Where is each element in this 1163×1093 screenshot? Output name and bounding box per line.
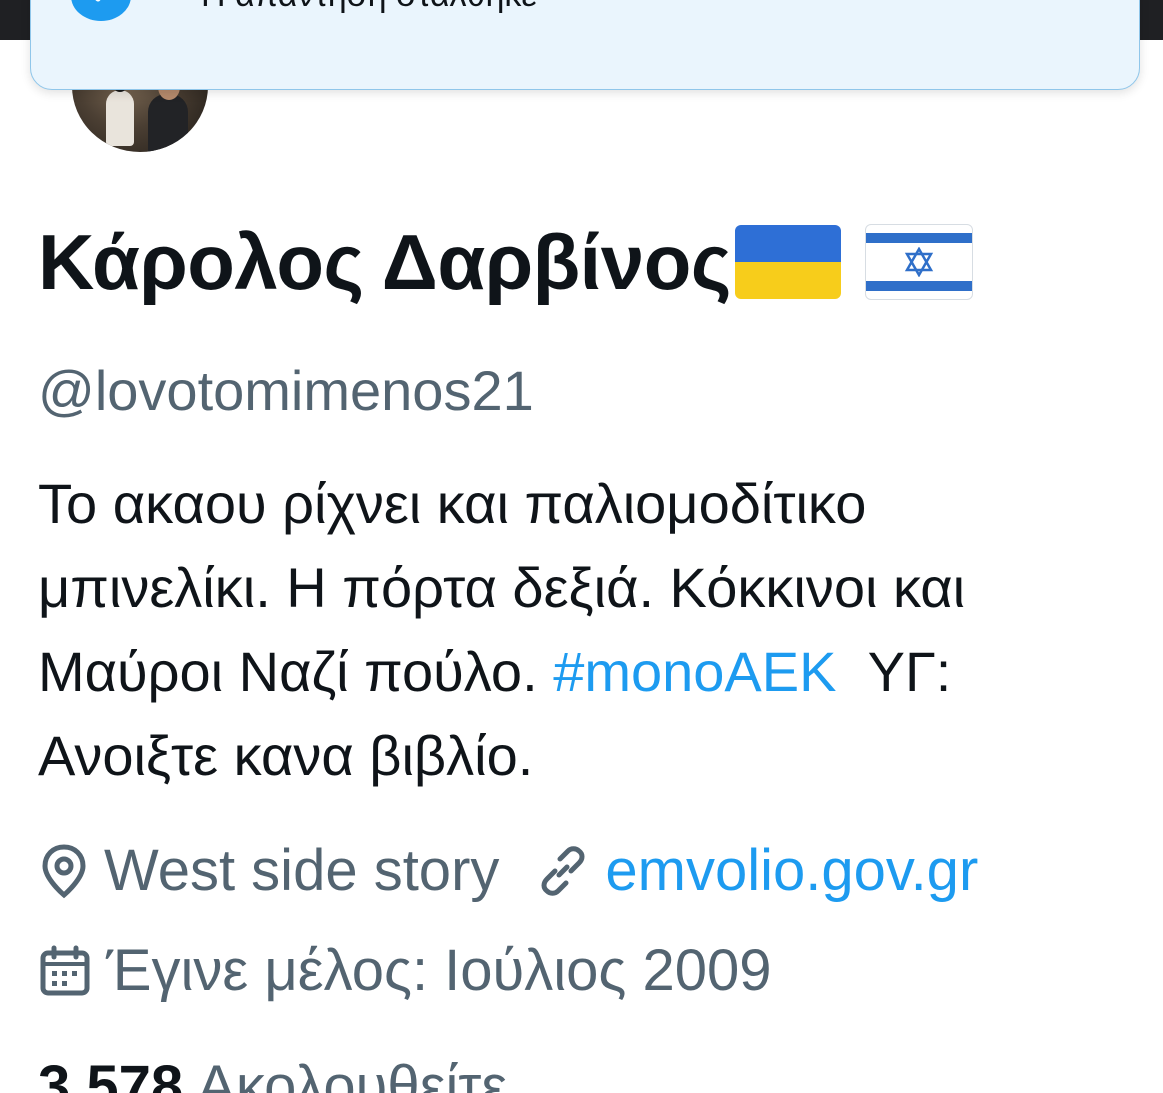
bio-text: ΥΓ: [836, 640, 952, 703]
followers-label: Ακολουθείτε [197, 1054, 508, 1093]
hashtag-link[interactable]: #monoAEK [553, 640, 836, 703]
link-icon [535, 843, 591, 899]
join-date-row: Έγινε μέλος: Ιούλιος 2009 [38, 936, 772, 1006]
bio-line: Το ακαου ρίχνει και παλιομοδίτικο [38, 472, 867, 535]
profile-bio: Το ακαου ρίχνει και παλιομοδίτικο μπινελ… [38, 462, 1148, 798]
ukraine-flag-icon [734, 225, 841, 299]
display-name: Κάρολος Δαρβίνος [38, 218, 731, 306]
location-website-row: West side story emvolio.gov.gr [38, 836, 978, 906]
display-name-row: Κάρολος Δαρβίνος [38, 214, 973, 310]
bio-line: μπινελίκι. Η πόρτα δεξιά. Κόκκινοι και [38, 556, 966, 619]
bio-line: Ανοιξτε κανα βιβλίο. [38, 724, 534, 787]
israel-flag-icon [864, 224, 973, 300]
join-date-text: Έγινε μέλος: Ιούλιος 2009 [106, 938, 772, 1003]
website-link[interactable]: emvolio.gov.gr [605, 836, 978, 906]
check-circle-icon [71, 0, 131, 21]
toast-message: Η απάντηση στάλθηκε [201, 0, 537, 13]
profile-screen: Η απάντηση στάλθηκε Κάρολος Δαρβίνος @lo… [0, 0, 1163, 1093]
follow-stats[interactable]: 3.578 Ακολουθείτε [38, 1052, 507, 1093]
calendar-icon [38, 944, 92, 998]
location-pin-icon [38, 842, 90, 900]
followers-count: 3.578 [38, 1054, 184, 1093]
user-handle: @lovotomimenos21 [38, 359, 534, 422]
reply-sent-toast: Η απάντηση στάλθηκε [30, 0, 1140, 90]
bio-line: Μαύροι Ναζί πούλο. #monoAEK ΥΓ: [38, 630, 1148, 714]
location-text: West side story [104, 838, 500, 903]
bio-text: Μαύροι Ναζί πούλο. [38, 640, 554, 703]
